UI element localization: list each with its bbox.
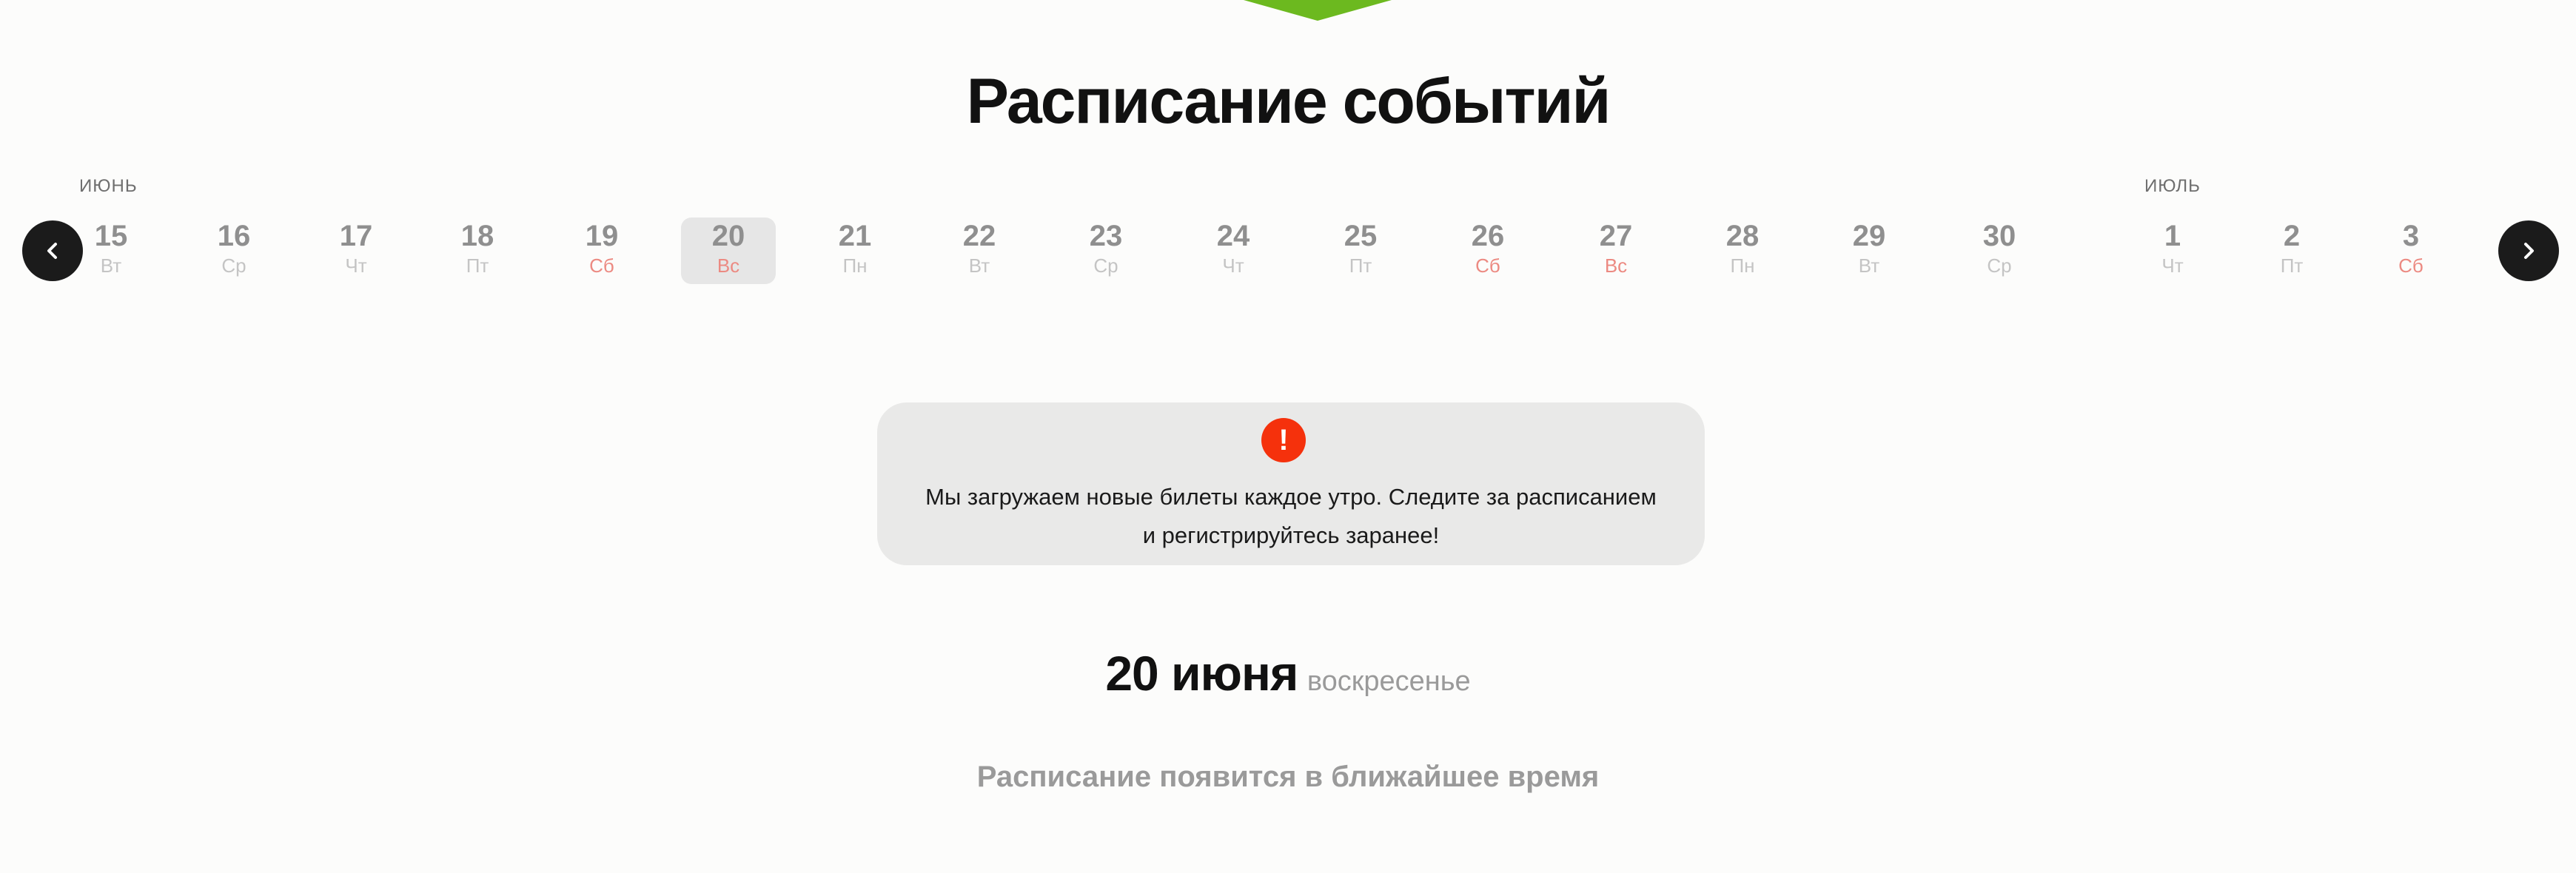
day-item[interactable]: 15 Вт (64, 218, 158, 284)
day-item[interactable]: 17 Чт (309, 218, 403, 284)
day-weekday: Ср (1093, 255, 1118, 277)
day-weekday: Ср (1987, 255, 2012, 277)
day-weekday: Чт (345, 255, 367, 277)
day-item[interactable]: 21 Пн (808, 218, 902, 284)
day-item[interactable]: 2 Пт (2244, 218, 2339, 284)
day-number: 28 (1725, 220, 1760, 252)
selected-date-heading: 20 июня воскресенье (0, 645, 2576, 701)
exclamation-icon: ! (1261, 418, 1306, 462)
day-weekday: Сб (1475, 255, 1500, 277)
day-weekday: Вс (717, 255, 740, 277)
day-weekday: Чт (2161, 255, 2184, 277)
day-number: 1 (2164, 220, 2181, 252)
day-number: 22 (962, 220, 996, 252)
day-item[interactable]: 26 Сб (1440, 218, 1535, 284)
selected-weekday: воскресенье (1307, 666, 1471, 697)
day-item[interactable]: 23 Ср (1059, 218, 1153, 284)
selected-date: 20 июня (1105, 646, 1298, 701)
day-number: 26 (1471, 220, 1505, 252)
day-weekday: Сб (589, 255, 614, 277)
day-item[interactable]: 29 Вт (1822, 218, 1916, 284)
day-number: 25 (1344, 220, 1378, 252)
day-weekday: Вт (100, 255, 122, 277)
day-number: 29 (1852, 220, 1886, 252)
day-weekday: Пт (1349, 255, 1372, 277)
notice-line-1: Мы загружаем новые билеты каждое утро. С… (925, 484, 1657, 510)
chevron-left-icon (47, 243, 57, 259)
day-item[interactable]: 24 Чт (1186, 218, 1281, 284)
day-weekday: Пт (466, 255, 489, 277)
day-number: 16 (217, 220, 251, 252)
day-item[interactable]: 3 Сб (2364, 218, 2458, 284)
day-number: 21 (838, 220, 872, 252)
day-number: 19 (585, 220, 619, 252)
empty-schedule-message: Расписание появится в ближайшее время (976, 761, 1600, 793)
day-number: 24 (1216, 220, 1250, 252)
day-number: 15 (94, 220, 128, 252)
day-weekday: Пн (1730, 255, 1755, 277)
page: Расписание событий ИЮНЬ ИЮЛЬ 15 Вт 16 Ср 17 Ч… (0, 0, 2576, 873)
day-number: 23 (1089, 220, 1123, 252)
green-arrow-decoration (1244, 0, 1392, 21)
day-weekday: Ср (221, 255, 246, 277)
day-item[interactable]: 16 Ср (187, 218, 281, 284)
notice-line-2: и регистрируйтесь заранее! (1142, 522, 1440, 548)
day-number: 27 (1599, 220, 1633, 252)
month-label-june: ИЮНЬ (79, 176, 138, 196)
day-weekday: Вс (1604, 255, 1628, 277)
page-title: Расписание событий (966, 66, 1611, 137)
notice-text: Мы загружаем новые билеты каждое утро. С… (877, 478, 1705, 555)
day-number: 2 (2283, 220, 2301, 252)
day-weekday: Пт (2280, 255, 2304, 277)
day-item[interactable]: 30 Ср (1952, 218, 2047, 284)
next-dates-button[interactable] (2498, 220, 2559, 281)
day-item[interactable]: 25 Пт (1313, 218, 1408, 284)
day-item[interactable]: 27 Вс (1569, 218, 1663, 284)
day-number: 30 (1982, 220, 2016, 252)
info-notice: ! Мы загружаем новые билеты каждое утро.… (877, 402, 1705, 565)
day-item[interactable]: 1 Чт (2125, 218, 2220, 284)
day-item[interactable]: 18 Пт (430, 218, 525, 284)
day-weekday: Сб (2398, 255, 2424, 277)
day-item[interactable]: 28 Пн (1695, 218, 1790, 284)
month-label-july: ИЮЛЬ (2144, 176, 2201, 196)
day-number: 3 (2402, 220, 2420, 252)
day-weekday: Вт (1858, 255, 1880, 277)
day-weekday: Чт (1222, 255, 1244, 277)
day-item-selected[interactable]: 20 Вс (681, 218, 776, 284)
day-weekday: Пн (842, 255, 868, 277)
day-number: 18 (460, 220, 494, 252)
day-weekday: Вт (968, 255, 990, 277)
day-item[interactable]: 19 Сб (554, 218, 649, 284)
day-number: 17 (339, 220, 373, 252)
day-number: 20 (711, 220, 745, 252)
chevron-right-icon (2524, 243, 2534, 259)
day-item[interactable]: 22 Вт (932, 218, 1027, 284)
